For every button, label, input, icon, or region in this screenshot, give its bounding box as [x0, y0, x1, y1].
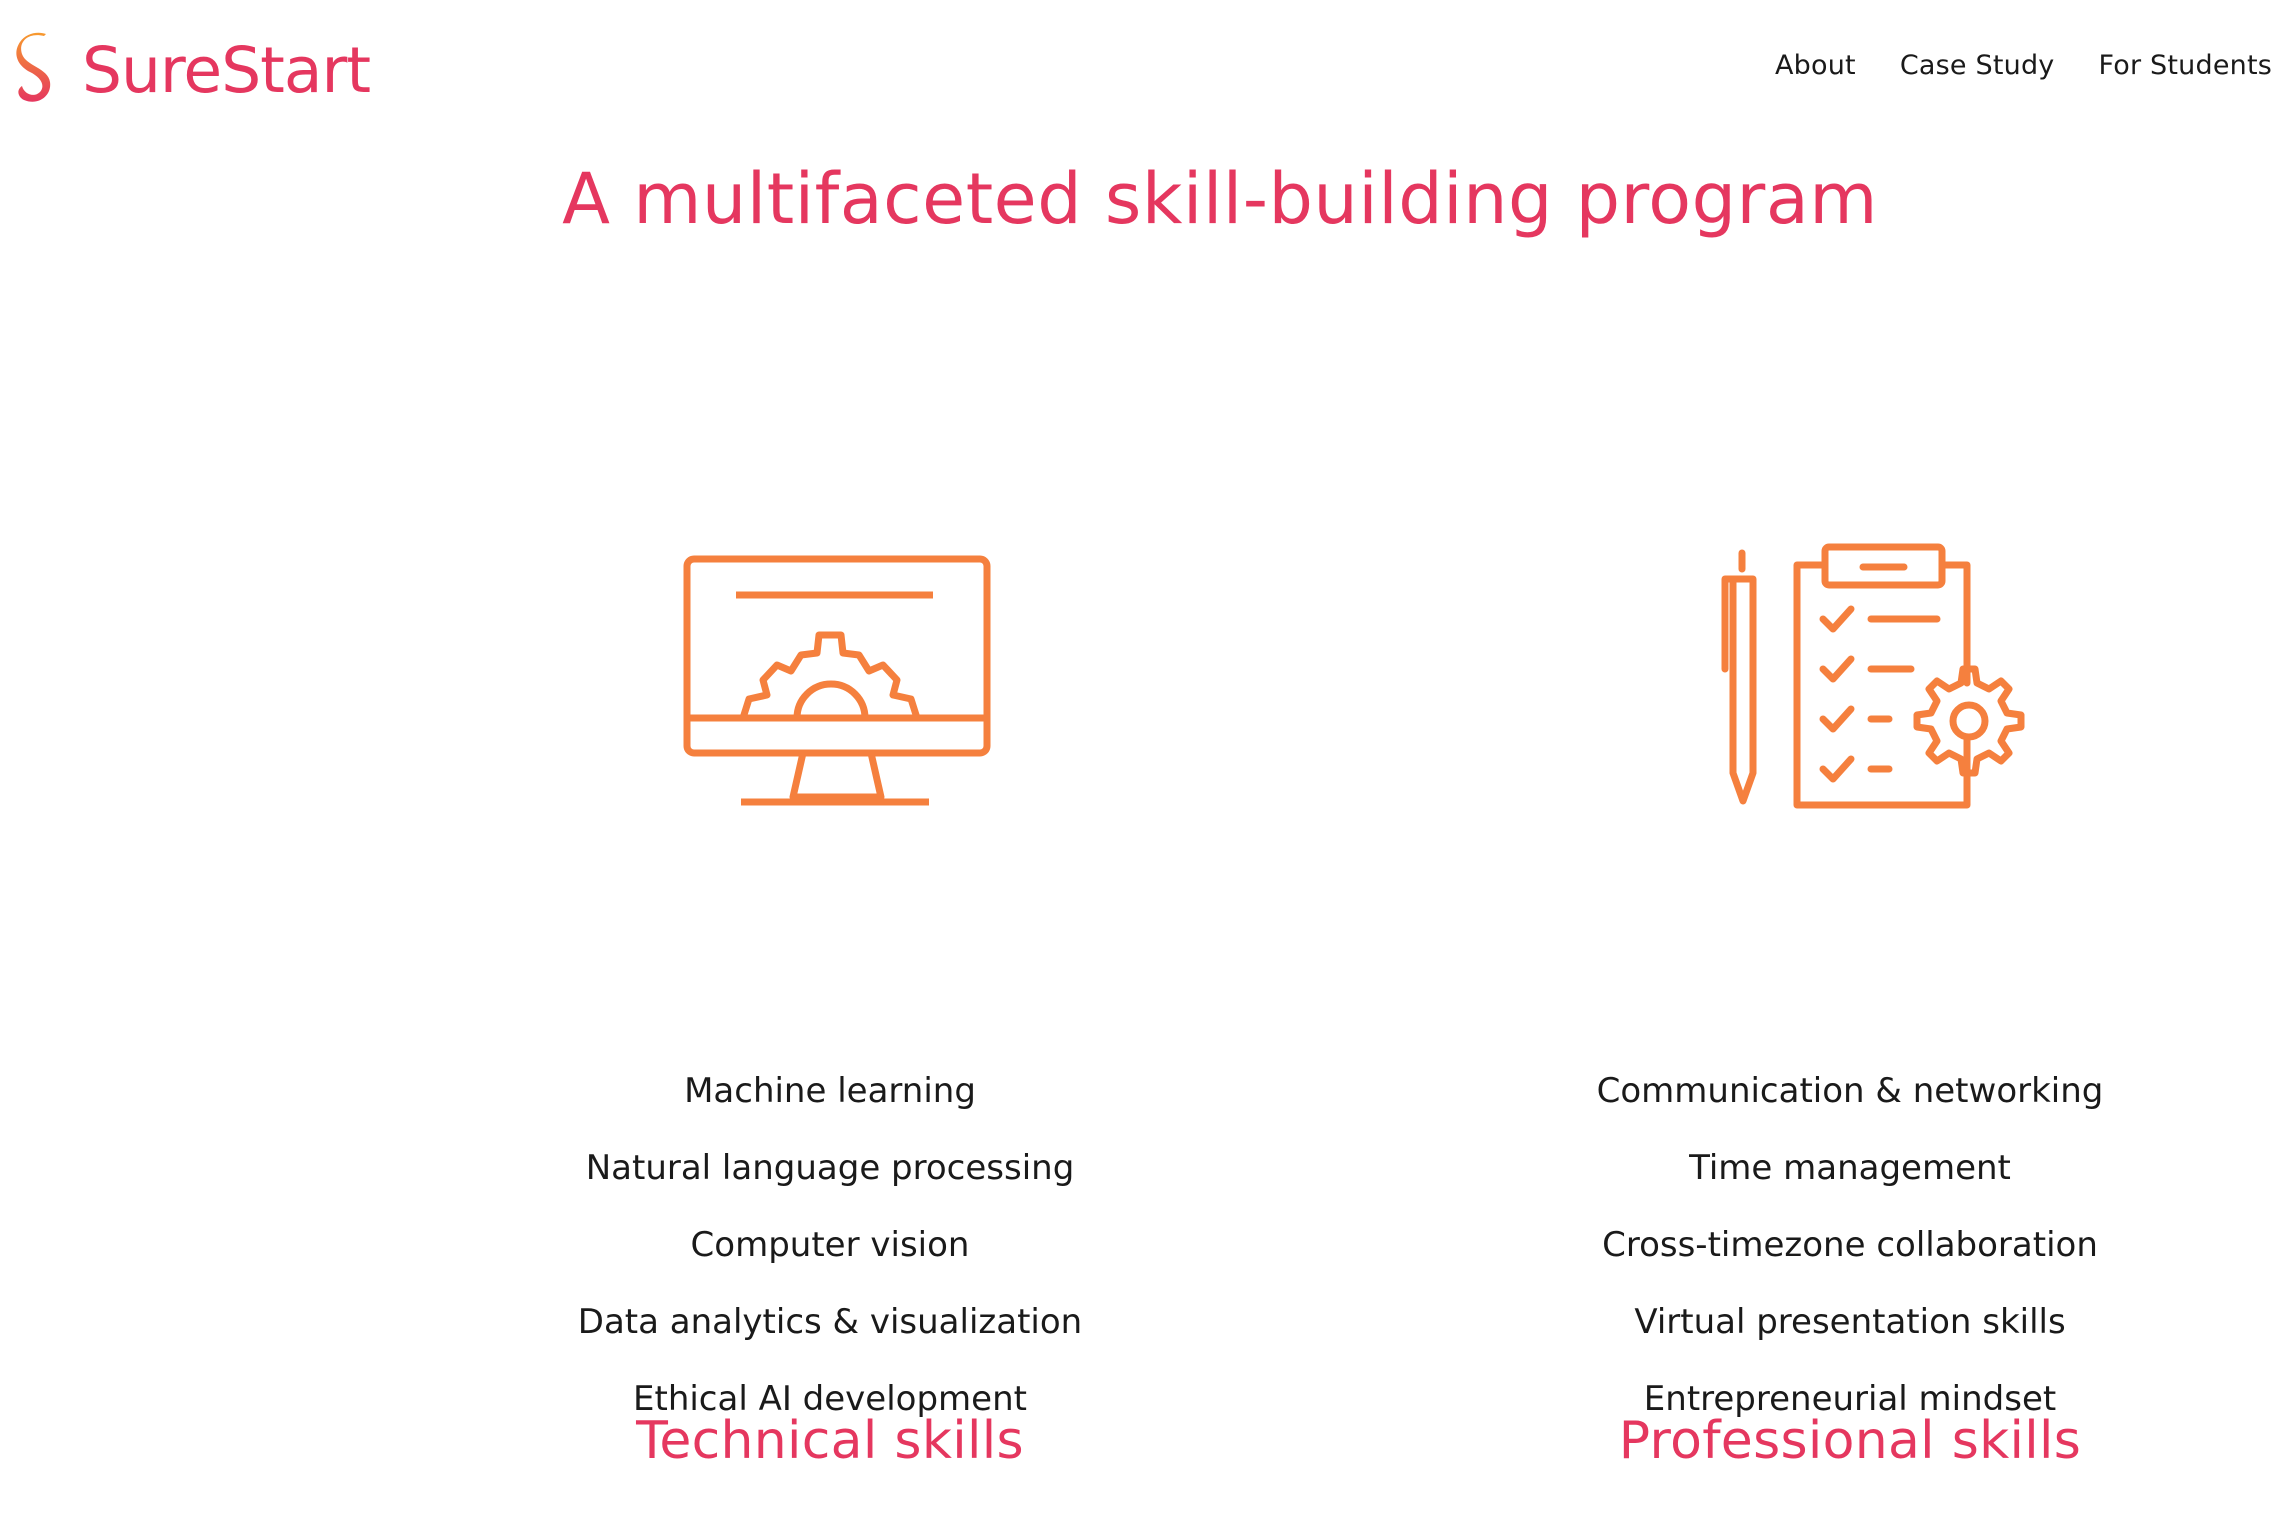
- clipboard-checklist-gear-icon: [1721, 543, 2025, 809]
- technical-skills-list: Machine learning Natural language proces…: [430, 1070, 1230, 1455]
- logo-link[interactable]: SureStart: [14, 30, 371, 110]
- list-item: Data analytics & visualization: [577, 1302, 1083, 1342]
- professional-skills-list: Communication & networking Time manageme…: [1450, 1070, 2250, 1455]
- brand-name: SureStart: [82, 33, 371, 107]
- monitor-gear-icon: [683, 555, 991, 806]
- list-item: Entrepreneurial mindset: [1643, 1379, 2057, 1419]
- list-item: Cross-timezone collaboration: [1602, 1225, 2098, 1265]
- list-item: Ethical AI development: [633, 1379, 1027, 1419]
- list-item: Virtual presentation skills: [1634, 1302, 2066, 1342]
- list-item: Natural language processing: [585, 1148, 1075, 1188]
- list-item: Time management: [1689, 1148, 2011, 1188]
- nav-link-about[interactable]: About: [1775, 50, 1856, 81]
- nav-link-case-study[interactable]: Case Study: [1900, 50, 2055, 81]
- list-item: Computer vision: [690, 1225, 970, 1265]
- list-item: Machine learning: [684, 1071, 976, 1111]
- list-item: Communication & networking: [1596, 1071, 2104, 1111]
- surestart-logo-icon: [16, 32, 51, 102]
- nav-link-for-students[interactable]: For Students: [2098, 50, 2272, 81]
- page-title: A multifaceted skill-building program: [562, 158, 1878, 240]
- site-header: SureStart About Case Study For Students: [0, 0, 2286, 140]
- main-nav: About Case Study For Students: [1775, 50, 2272, 81]
